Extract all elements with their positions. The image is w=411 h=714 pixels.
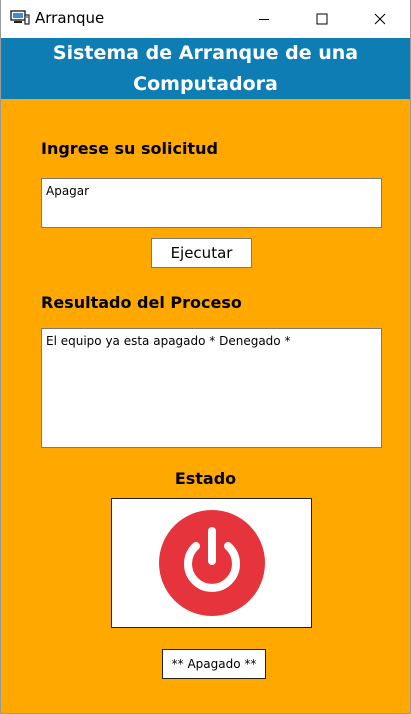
app-window: Arranque Sistema de Arranque de una Comp… bbox=[0, 0, 411, 714]
status-label: Estado bbox=[174, 469, 237, 488]
execute-button[interactable]: Ejecutar bbox=[151, 238, 252, 268]
close-button[interactable] bbox=[357, 0, 403, 38]
minimize-icon bbox=[259, 19, 269, 20]
close-icon bbox=[374, 13, 386, 25]
header-title-line1: Sistema de Arranque de una bbox=[52, 42, 359, 64]
title-bar: Arranque bbox=[1, 0, 410, 38]
result-label: Resultado del Proceso bbox=[41, 293, 242, 312]
maximize-button[interactable] bbox=[299, 0, 345, 38]
app-header: Sistema de Arranque de una Computadora bbox=[1, 38, 410, 99]
computer-icon bbox=[10, 10, 30, 26]
request-label: Ingrese su solicitud bbox=[41, 139, 218, 158]
status-text: ** Apagado ** bbox=[162, 649, 266, 679]
header-title-line2: Computadora bbox=[133, 73, 278, 95]
maximize-icon bbox=[316, 13, 328, 25]
request-input[interactable]: Apagar bbox=[41, 178, 382, 228]
status-image bbox=[111, 498, 312, 628]
window-title: Arranque bbox=[35, 9, 105, 27]
power-icon bbox=[158, 510, 265, 616]
minimize-button[interactable] bbox=[241, 0, 287, 38]
result-output[interactable]: El equipo ya esta apagado * Denegado * bbox=[41, 328, 382, 448]
